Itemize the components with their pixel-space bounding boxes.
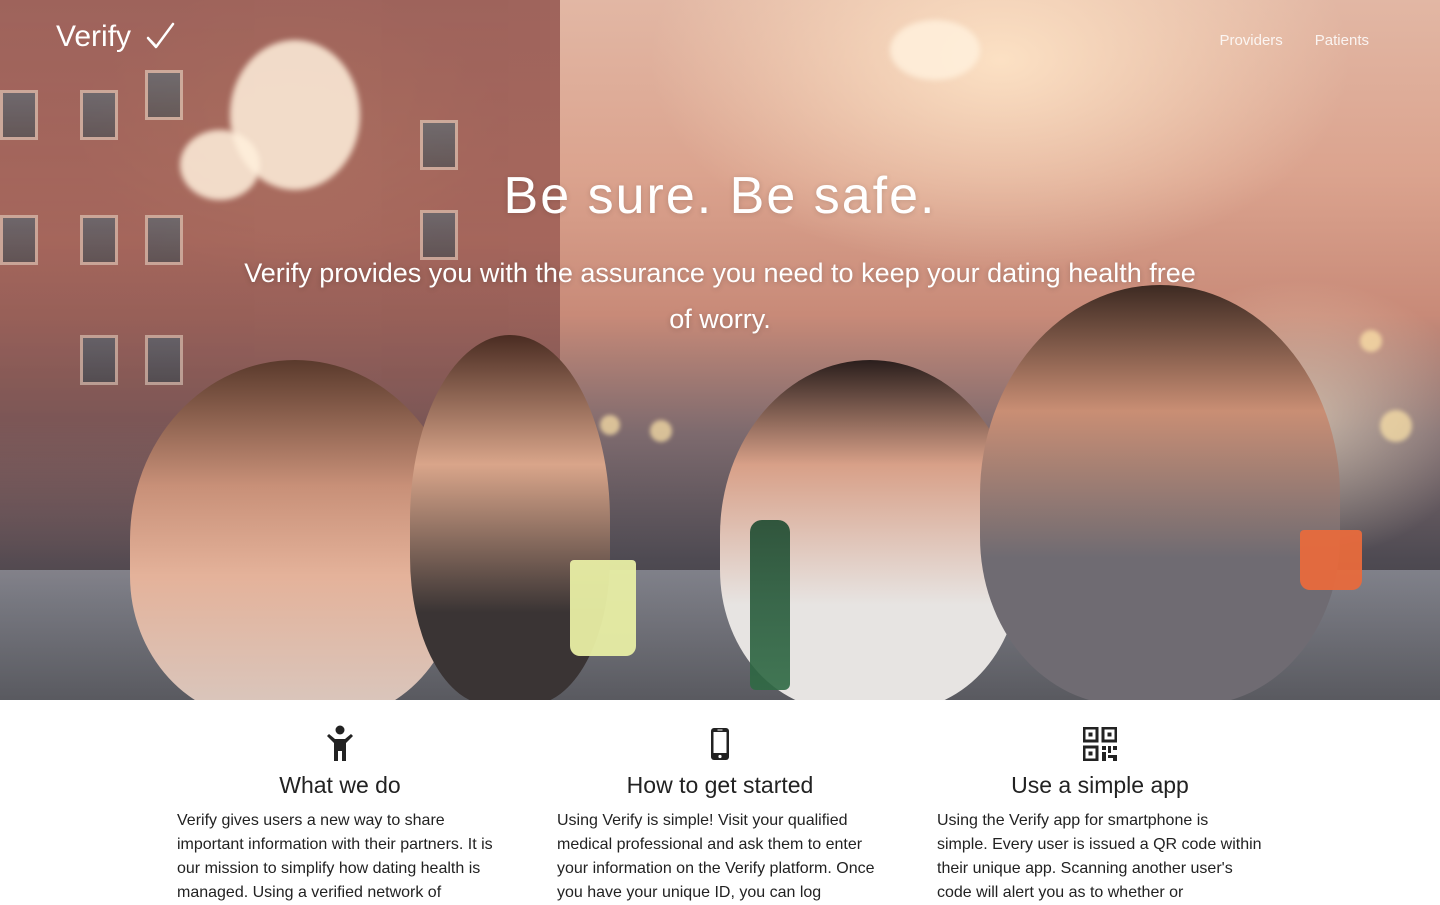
mobile-phone-icon [711,728,729,760]
feature-use-a-simple-app: Use a simple app Using the Verify app fo… [937,700,1263,901]
feature-text: Using Verify is simple! Visit your quali… [557,812,875,901]
building-window [0,90,38,140]
feature-title: Use a simple app [1011,772,1189,798]
feature-text: Verify gives users a new way to share im… [177,812,493,901]
hero-bottle [750,520,790,690]
building-window [145,335,183,385]
nav-link-providers[interactable]: Providers [1219,32,1282,49]
person-icon [327,725,353,761]
building-window [80,335,118,385]
bokeh-light [600,415,620,435]
hero-section: Verify Providers Patients Be sure. Be sa… [0,0,1440,700]
features-section: What we do Verify gives users a new way … [0,700,1440,901]
hero-person [980,285,1340,700]
feature-what-we-do: What we do Verify gives users a new way … [177,700,503,901]
brand-name: Verify [56,20,132,53]
checkmark-icon [146,22,175,49]
hero-headline: Be sure. Be safe. [503,167,937,225]
feature-text: Using the Verify app for smartphone is s… [937,812,1262,901]
building-window [80,90,118,140]
bokeh-light [1380,410,1412,442]
hero-cup [1300,530,1362,590]
building-window [420,120,458,170]
bokeh-light [1360,330,1382,352]
feature-title: What we do [279,772,401,798]
nav-links: Providers Patients [1219,32,1369,49]
feature-how-to-get-started: How to get started Using Verify is simpl… [557,700,883,901]
feature-title: How to get started [626,772,814,798]
top-navbar: Verify Providers Patients [0,0,1440,80]
hero-subheadline: Verify provides you with the assurance y… [244,258,1196,334]
brand-logo[interactable]: Verify [56,20,175,54]
bokeh-light [650,420,672,442]
hero-cup [570,560,636,656]
qr-code-icon [1083,727,1117,761]
nav-link-patients[interactable]: Patients [1315,32,1369,49]
